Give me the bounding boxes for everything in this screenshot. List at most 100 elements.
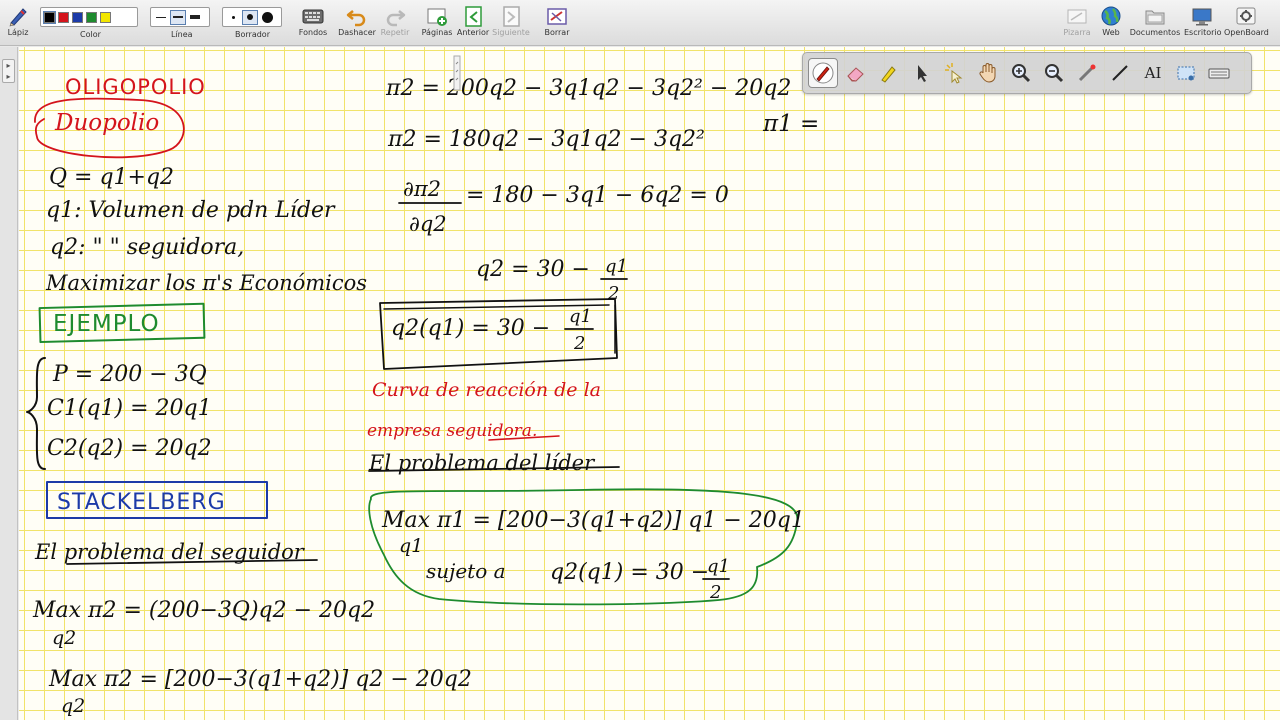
add-page-icon [427,8,447,26]
eraser-icon [847,67,864,82]
color-yellow[interactable] [100,11,111,23]
stylus-palette: AI [802,52,1252,94]
hand-icon [979,63,996,83]
line-icon [1112,65,1128,81]
clear-button[interactable]: Borrar [540,3,574,43]
hand-tool-button[interactable] [973,58,1003,88]
line-medium[interactable] [170,9,186,25]
q2-frac-den: 2 [607,283,619,304]
main-toolbar: Lápiz Color Línea Borrador Fondos Dashac… [0,0,1280,46]
undo-button[interactable]: Dashacer [338,3,376,43]
marker-icon [881,66,896,83]
constraint-frac-num: q1 [707,556,730,577]
zoom-out-button[interactable] [1039,58,1069,88]
pointer-laser-icon [1078,64,1096,82]
stackelberg-label: STACKELBERG [57,490,226,515]
previous-label: Anterior [456,28,490,37]
undo-icon [346,10,366,27]
eraser-large[interactable] [260,11,274,24]
zoom-in-icon [1012,64,1031,83]
derivative-denominator: ∂q2 [409,212,447,236]
q2-frac-num: q1 [605,256,628,277]
laser-pointer-button[interactable] [1072,58,1102,88]
whiteboard-canvas[interactable]: OLIGOPOLIO Duopolio Q = q1+q2 q1: Volume… [19,47,1280,720]
color-label: Color [80,30,101,39]
folder-icon [1145,10,1165,25]
web-label: Web [1102,28,1120,37]
desktop-icon [1192,8,1212,26]
board-button[interactable]: Pizarra [1062,3,1092,43]
profit2-expanded: π2 = 200q2 − 3q1q2 − 3q2² − 20q2 [385,76,791,101]
first-order-condition: = 180 − 3q1 − 6q2 = 0 [466,183,729,208]
derivative-numerator: ∂π2 [403,177,441,201]
redo-label: Repetir [380,28,410,37]
leader-objective: Max π1 = [200−3(q1+q2)] q1 − 20q1 [381,508,805,533]
line-tool-button[interactable] [1105,58,1135,88]
next-page-icon [503,6,520,27]
q2-solution: q2 = 30 − [476,257,590,282]
color-green[interactable] [86,11,97,23]
line-thick[interactable] [188,11,202,24]
text-tool-button[interactable]: AI [1138,58,1168,88]
backgrounds-button[interactable]: Fondos [296,3,330,43]
line-width-picker [150,7,210,27]
previous-page-button[interactable]: Anterior [456,3,490,43]
color-red[interactable] [58,11,69,23]
follower-max-1-sub: q2 [52,627,76,649]
zoom-out-icon [1045,64,1064,83]
color-blue[interactable] [72,11,83,23]
openboard-label: OpenBoard [1224,28,1269,37]
pages-button[interactable]: Páginas [420,3,454,43]
web-button[interactable]: Web [1097,3,1125,43]
line-label: Línea [171,30,193,39]
sidebar-toggle-button[interactable]: ▸ ▸ [2,59,15,83]
leader-problem-bubble [368,488,799,606]
color-black[interactable] [43,10,56,24]
system-brace [26,357,46,470]
reaction-frac-num: q1 [569,306,592,327]
line-thin[interactable] [154,11,168,24]
pages-label: Páginas [421,28,453,37]
page-thumbnails-sidebar: ▸ ▸ [0,47,18,720]
documents-button[interactable]: Documentos [1129,3,1181,43]
ejemplo-label: EJEMPLO [53,311,160,337]
eraser-tool-button[interactable] [841,58,871,88]
next-label: Siguiente [492,28,530,37]
keyboard-icon [1208,68,1230,79]
desktop-button[interactable]: Escritorio [1184,3,1222,43]
palette-grip-handle[interactable] [452,52,462,94]
redo-icon [386,10,406,27]
globe-icon [1101,6,1121,26]
reaction-function: q2(q1) = 30 − [391,316,550,341]
duopolio-title: Duopolio [54,110,159,136]
pen-tool-button[interactable] [808,58,838,88]
clear-page-icon [547,8,567,25]
laser-tool-button[interactable] [940,58,970,88]
reaction-curve-note-1: Curva de reacción de la [372,379,601,401]
redo-button[interactable]: Repetir [379,3,411,43]
pencil-tool[interactable]: Lápiz [4,3,32,43]
clear-label: Borrar [544,28,570,37]
eraser-size-picker [222,7,282,27]
keyboard-grid-icon [302,9,324,24]
laser-icon [945,63,963,84]
marker-tool-button[interactable] [874,58,904,88]
pencil-icon [9,8,27,27]
openboard-menu-button[interactable]: OpenBoard [1224,3,1269,43]
profit2-simplified: π2 = 180q2 − 3q1q2 − 3q2² [387,127,705,152]
eraser-small[interactable] [226,11,240,24]
pointer-tool-button[interactable] [907,58,937,88]
next-page-button[interactable]: Siguiente [492,3,530,43]
capture-tool-button[interactable] [1171,58,1201,88]
pen-icon [812,62,834,84]
constraint-frac-den: 2 [709,582,721,603]
follower-max-1: Max π2 = (200−3Q)q2 − 20q2 [32,598,375,623]
previous-page-icon [465,6,482,27]
zoom-in-button[interactable] [1006,58,1036,88]
maximize-note: Maximizar los π's Económicos [45,271,367,295]
demand-equation: P = 200 − 3Q [52,362,207,387]
eraser-medium[interactable] [242,9,258,25]
undo-label: Dashacer [338,28,376,37]
board-icon [1067,9,1087,24]
virtual-keyboard-button[interactable] [1204,58,1234,88]
